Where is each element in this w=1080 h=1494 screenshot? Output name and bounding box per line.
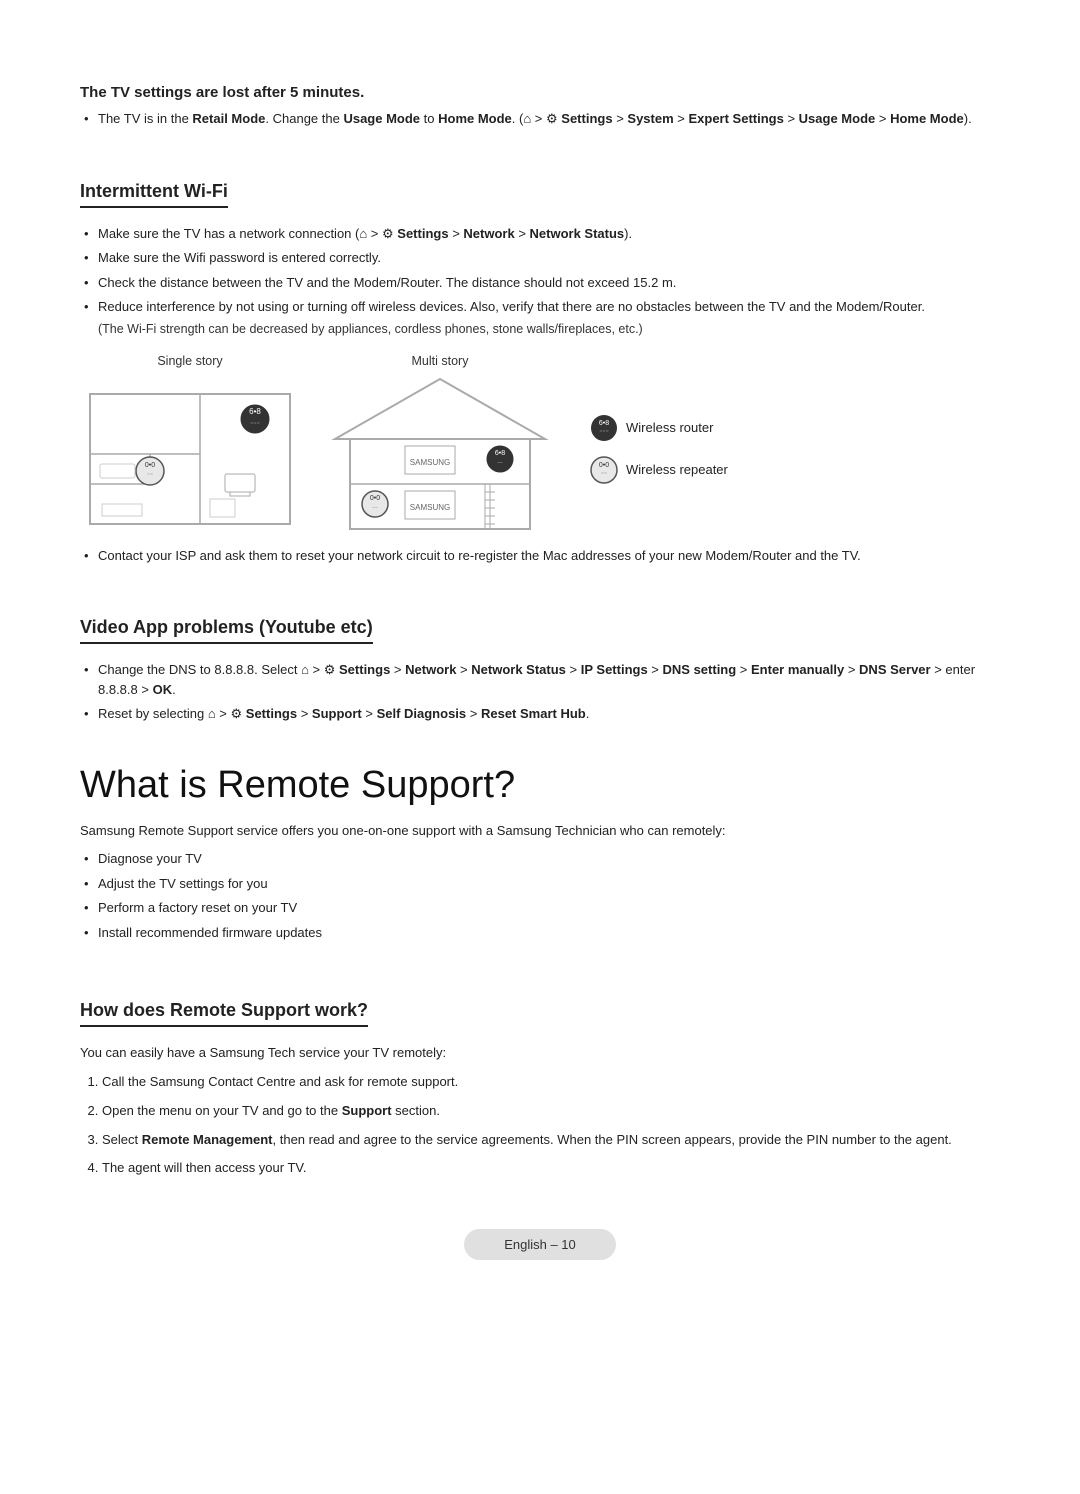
legend-repeater: 0•0 ⁻⁻ Wireless repeater	[590, 456, 728, 484]
how-remote-support-heading: How does Remote Support work?	[80, 1000, 368, 1027]
wifi-contact-list: Contact your ISP and ask them to reset y…	[80, 546, 1000, 566]
svg-text:SAMSUNG: SAMSUNG	[410, 458, 450, 467]
footer-pill: English – 10	[464, 1229, 616, 1260]
wifi-bullet-3: Check the distance between the TV and th…	[80, 273, 1000, 293]
video-app-bullet-1: Change the DNS to 8.8.8.8. Select ⌂ > ⚙ …	[80, 660, 1000, 699]
wifi-bullet-4: Reduce interference by not using or turn…	[80, 297, 1000, 317]
step-4: The agent will then access your TV.	[102, 1158, 1000, 1179]
video-app-bullet-2: Reset by selecting ⌂ > ⚙ Settings > Supp…	[80, 704, 1000, 724]
tv-settings-section: The TV settings are lost after 5 minutes…	[80, 84, 1000, 129]
wifi-note: (The Wi-Fi strength can be decreased by …	[98, 322, 1000, 336]
tv-settings-heading: The TV settings are lost after 5 minutes…	[80, 84, 1000, 101]
wifi-bullet-2: Make sure the Wifi password is entered c…	[80, 248, 1000, 268]
svg-text:0•0: 0•0	[370, 495, 380, 502]
remote-support-body: Samsung Remote Support service offers yo…	[80, 821, 1000, 842]
single-story-svg: 6•8 ⁻⁻⁻ 0•0 ⁻⁻	[80, 374, 300, 534]
how-remote-support-steps: Call the Samsung Contact Centre and ask …	[80, 1072, 1000, 1179]
svg-text:⁻⁻: ⁻⁻	[372, 506, 378, 512]
svg-text:0•0: 0•0	[599, 462, 609, 469]
legend-area: 6•8 ⁻⁻⁻ Wireless router 0•0 ⁻⁻ Wireless …	[590, 414, 728, 484]
video-app-heading: Video App problems (Youtube etc)	[80, 617, 373, 644]
svg-text:⁻⁻: ⁻⁻	[601, 472, 607, 478]
svg-text:⁻⁻: ⁻⁻	[497, 461, 503, 467]
remote-support-bullet-2: Adjust the TV settings for you	[80, 874, 1000, 894]
svg-text:6•8: 6•8	[249, 407, 261, 416]
wifi-contact-bullet: Contact your ISP and ask them to reset y…	[80, 546, 1000, 566]
how-remote-support-body: You can easily have a Samsung Tech servi…	[80, 1043, 1000, 1064]
footer: English – 10	[80, 1229, 1000, 1260]
wifi-list: Make sure the TV has a network connectio…	[80, 224, 1000, 317]
step-2: Open the menu on your TV and go to the S…	[102, 1101, 1000, 1122]
repeater-label: Wireless repeater	[626, 462, 728, 477]
svg-text:SAMSUNG: SAMSUNG	[410, 503, 450, 512]
remote-support-section: What is Remote Support? Samsung Remote S…	[80, 764, 1000, 943]
multi-story-svg: SAMSUNG SAMSUNG 6•8 ⁻⁻ 0•0 ⁻⁻	[330, 374, 550, 534]
repeater-legend-icon: 0•0 ⁻⁻	[590, 456, 618, 484]
wifi-section: Intermittent Wi-Fi Make sure the TV has …	[80, 151, 1000, 566]
step-1: Call the Samsung Contact Centre and ask …	[102, 1072, 1000, 1093]
svg-text:⁻⁻⁻: ⁻⁻⁻	[250, 422, 260, 428]
remote-support-main-heading: What is Remote Support?	[80, 764, 1000, 807]
svg-text:⁻⁻: ⁻⁻	[147, 473, 153, 479]
remote-support-bullet-1: Diagnose your TV	[80, 849, 1000, 869]
svg-text:⁻⁻⁻: ⁻⁻⁻	[599, 430, 609, 436]
multi-story-diagram: Multi story SAMSUNG SAMSUNG 6•8 ⁻⁻	[330, 354, 550, 534]
step-3: Select Remote Management, then read and …	[102, 1130, 1000, 1151]
video-app-list: Change the DNS to 8.8.8.8. Select ⌂ > ⚙ …	[80, 660, 1000, 724]
single-story-label: Single story	[157, 354, 222, 368]
footer-label: English – 10	[504, 1237, 576, 1252]
router-legend-icon: 6•8 ⁻⁻⁻	[590, 414, 618, 442]
how-remote-support-section: How does Remote Support work? You can ea…	[80, 970, 1000, 1179]
remote-support-list: Diagnose your TV Adjust the TV settings …	[80, 849, 1000, 942]
router-label: Wireless router	[626, 420, 713, 435]
svg-text:6•8: 6•8	[495, 450, 505, 457]
video-app-section: Video App problems (Youtube etc) Change …	[80, 587, 1000, 724]
remote-support-bullet-3: Perform a factory reset on your TV	[80, 898, 1000, 918]
svg-text:6•8: 6•8	[599, 420, 609, 427]
remote-support-bullet-4: Install recommended firmware updates	[80, 923, 1000, 943]
single-story-diagram: Single story 6•8 ⁻⁻⁻ 0•0 ⁻⁻	[80, 354, 300, 534]
svg-text:0•0: 0•0	[145, 462, 155, 469]
wifi-bullet-1: Make sure the TV has a network connectio…	[80, 224, 1000, 244]
tv-settings-list: The TV is in the Retail Mode. Change the…	[80, 109, 1000, 129]
legend-router: 6•8 ⁻⁻⁻ Wireless router	[590, 414, 728, 442]
diagram-area: Single story 6•8 ⁻⁻⁻ 0•0 ⁻⁻	[80, 354, 1000, 534]
wifi-heading: Intermittent Wi-Fi	[80, 181, 228, 208]
tv-settings-bullet: The TV is in the Retail Mode. Change the…	[80, 109, 1000, 129]
multi-story-label: Multi story	[412, 354, 469, 368]
